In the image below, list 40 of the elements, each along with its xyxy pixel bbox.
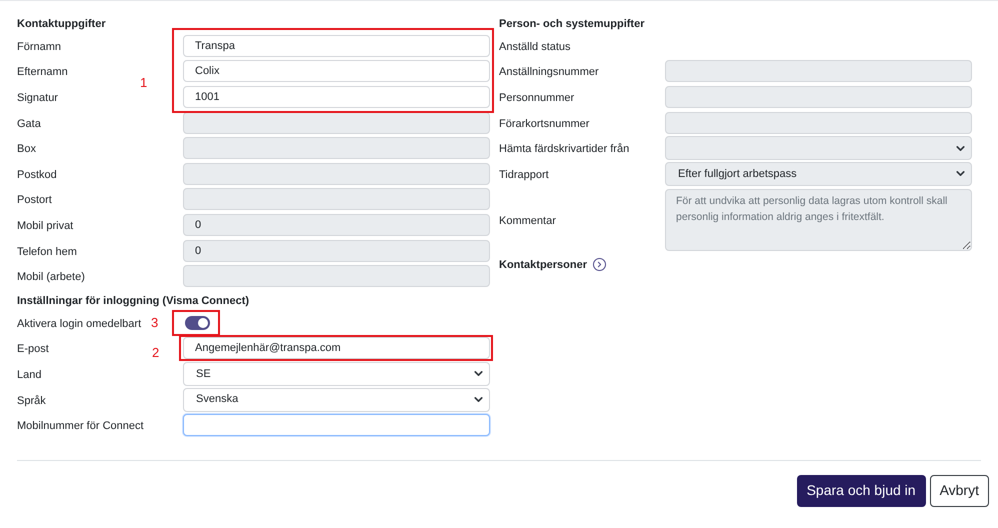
toggle-switch[interactable] — [185, 316, 210, 330]
section-heading: Kontaktuppgifter — [17, 16, 107, 32]
field-label: Språk — [17, 394, 46, 407]
annotation-number: 2 — [152, 344, 160, 362]
field-label: Personnummer — [499, 92, 574, 104]
text-field[interactable]: Transpa — [183, 34, 490, 57]
text-field[interactable] — [183, 414, 490, 436]
field-label: Tidrapport — [499, 168, 549, 181]
field-label: Efternamn — [17, 66, 68, 78]
field-label: Anställd status — [499, 40, 571, 53]
field-label: Telefon hem — [17, 246, 77, 258]
annotation-number: 1 — [140, 74, 148, 92]
field-label: Postkod — [17, 168, 57, 181]
field-label: Box — [17, 143, 36, 156]
field-label: Mobil (arbete) — [17, 271, 85, 284]
field-label: Förarkortsnummer — [499, 118, 590, 130]
dropdown-field[interactable]: Svenska — [183, 388, 490, 412]
text-field[interactable]: Colix — [183, 60, 490, 82]
cancel-button[interactable]: Avbryt — [930, 474, 989, 507]
text-field[interactable]: Angemejlenhär@transpa.com — [183, 337, 490, 360]
field-label: Mobil privat — [17, 220, 74, 232]
field-label: Aktivera login omedelbart — [17, 318, 142, 330]
field-label: Förnamn — [17, 40, 62, 53]
field-label: Kommentar — [499, 214, 556, 227]
save-button[interactable]: Spara och bjud in — [796, 474, 926, 507]
field-label: Mobilnummer för Connect — [17, 420, 144, 432]
field-label: E-post — [17, 343, 49, 356]
field-label: Anställningsnummer — [499, 66, 599, 78]
annotation-number: 3 — [151, 314, 158, 332]
field-label: Postort — [17, 194, 52, 206]
section-heading: Inställningar för inloggning (Visma Connect) — [17, 294, 250, 309]
field-label: Signatur — [17, 92, 58, 104]
field-label: Hämta färdskrivartider från — [499, 143, 630, 156]
section-heading: Person- och systemuppifter — [499, 16, 646, 32]
dropdown-field[interactable]: SE — [183, 362, 490, 386]
text-field[interactable]: 1001 — [183, 86, 490, 108]
chevron-right-icon[interactable] — [593, 258, 606, 272]
field-label: Gata — [17, 118, 41, 130]
section-heading: Kontaktpersoner — [499, 258, 588, 273]
field-label: Land — [17, 368, 42, 381]
